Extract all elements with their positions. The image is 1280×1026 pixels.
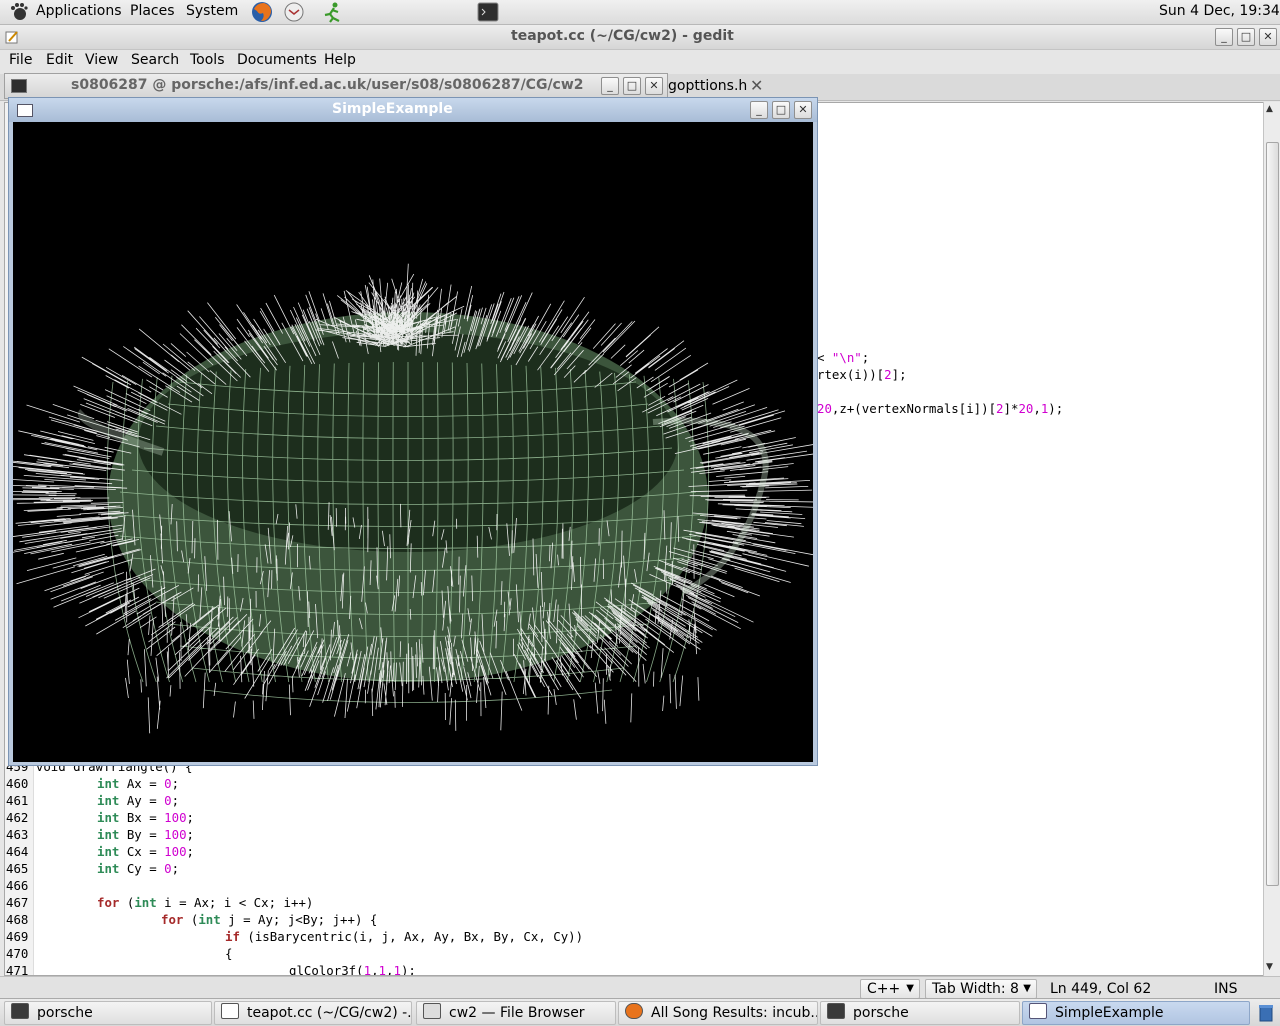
simpleexample-window[interactable]: SimpleExample _ □ ✕: [0, 97, 822, 766]
task-firefox[interactable]: All Song Results: incub...: [618, 1001, 818, 1025]
line-number: 463: [6, 827, 29, 842]
maximize-button[interactable]: □: [772, 101, 790, 119]
tab-width-selector[interactable]: Tab Width: 8 ▼: [925, 979, 1037, 999]
minimize-button[interactable]: _: [601, 77, 619, 95]
scroll-down-icon[interactable]: ▼: [1266, 962, 1273, 972]
maximize-button[interactable]: □: [623, 77, 641, 95]
menu-help[interactable]: Help: [324, 52, 356, 68]
line-number: 467: [6, 895, 29, 910]
task-gedit[interactable]: teapot.cc (~/CG/cw2) -...: [214, 1001, 412, 1025]
code-line: glColor3f(1,1,1);: [289, 963, 416, 976]
terminal-icon: [11, 1003, 29, 1019]
folder-icon: [423, 1003, 441, 1019]
line-number: 468: [6, 912, 29, 927]
language-selector[interactable]: C++ ▼: [860, 979, 920, 999]
code-line: int Cy = 0;: [97, 861, 180, 876]
close-button[interactable]: ✕: [794, 101, 812, 119]
code-line: int Ax = 0;: [97, 776, 180, 791]
line-number: 462: [6, 810, 29, 825]
terminal-title: s0806287 @ porsche:/afs/inf.ed.ac.uk/use…: [71, 77, 584, 93]
code-line: int Ay = 0;: [97, 793, 180, 808]
menu-documents[interactable]: Documents: [237, 52, 317, 68]
line-number: 461: [6, 793, 29, 808]
task-porsche-1[interactable]: porsche: [4, 1001, 212, 1025]
gedit-icon: [221, 1003, 239, 1019]
minimize-button[interactable]: _: [750, 101, 768, 119]
menu-file[interactable]: File: [9, 52, 32, 68]
minimize-button[interactable]: _: [1215, 28, 1233, 46]
mail-icon[interactable]: [282, 1, 306, 23]
firefox-icon[interactable]: [250, 1, 274, 23]
terminal-icon: [11, 79, 27, 93]
chevron-down-icon: ▼: [1023, 983, 1031, 994]
task-simpleexample[interactable]: SimpleExample: [1022, 1001, 1250, 1025]
line-number: 465: [6, 861, 29, 876]
line-number: 469: [6, 929, 29, 944]
code-line: for (int i = Ax; i < Cx; i++): [97, 895, 314, 910]
line-number: 464: [6, 844, 29, 859]
cursor-position: Ln 449, Col 62: [1050, 981, 1152, 997]
opengl-viewport[interactable]: [0, 122, 822, 762]
code-line: if (isBarycentric(i, j, Ax, Ay, Bx, By, …: [225, 929, 584, 944]
run-icon[interactable]: [320, 1, 344, 23]
terminal-icon: [827, 1003, 845, 1019]
applications-menu[interactable]: Applications: [36, 3, 122, 19]
code-fragment-2: rtex(i))[2];: [817, 367, 907, 382]
taskbar: porsche teapot.cc (~/CG/cw2) -... cw2 — …: [0, 998, 1280, 1025]
line-number: 471: [6, 963, 29, 976]
scrollbar-thumb[interactable]: [1266, 142, 1279, 886]
code-line: {: [225, 946, 233, 961]
statusbar: C++ ▼ Tab Width: 8 ▼ Ln 449, Col 62 INS: [0, 976, 1280, 999]
window-icon: [1029, 1003, 1047, 1019]
tab-options-label[interactable]: gopttions.h: [668, 78, 747, 94]
chevron-down-icon: ▼: [906, 983, 914, 994]
gedit-titlebar[interactable]: teapot.cc (~/CG/cw2) - gedit _ □ ✕: [0, 25, 1280, 50]
code-line: int Bx = 100;: [97, 810, 195, 825]
code-fragment-3: 20,z+(vertexNormals[i])[2]*20,1);: [817, 401, 1064, 416]
tab-close-icon[interactable]: ✕: [750, 76, 763, 95]
scroll-up-icon[interactable]: ▲: [1266, 104, 1273, 114]
window-title: teapot.cc (~/CG/cw2) - gedit: [511, 28, 734, 44]
trash-icon[interactable]: [1256, 1002, 1276, 1022]
task-porsche-2[interactable]: porsche: [820, 1001, 1020, 1025]
code-line: int By = 100;: [97, 827, 195, 842]
gedit-icon: [5, 30, 19, 44]
line-number: 470: [6, 946, 29, 961]
firefox-icon: [625, 1003, 643, 1019]
task-file-browser[interactable]: cw2 — File Browser: [416, 1001, 616, 1025]
clock[interactable]: Sun 4 Dec, 19:34: [1159, 3, 1280, 19]
top-panel: Applications Places System Sun 4 Dec, 19…: [0, 0, 1280, 25]
menu-search[interactable]: Search: [131, 52, 179, 68]
menu-view[interactable]: View: [85, 52, 118, 68]
terminal-window[interactable]: s0806287 @ porsche:/afs/inf.ed.ac.uk/use…: [4, 73, 668, 99]
simpleexample-titlebar[interactable]: SimpleExample _ □ ✕: [9, 98, 817, 122]
window-icon: [17, 104, 33, 117]
close-button[interactable]: ✕: [1259, 28, 1277, 46]
maximize-button[interactable]: □: [1237, 28, 1255, 46]
menu-edit[interactable]: Edit: [46, 52, 73, 68]
teapot-render: [0, 263, 822, 734]
system-menu[interactable]: System: [186, 3, 238, 19]
line-number: 466: [6, 878, 29, 893]
insert-mode: INS: [1214, 981, 1238, 997]
code-line: for (int j = Ay; j<By; j++) {: [161, 912, 378, 927]
code-fragment-1: < "\n";: [817, 350, 870, 365]
line-number: 460: [6, 776, 29, 791]
terminal-icon[interactable]: [476, 1, 500, 23]
gnome-foot-icon[interactable]: [6, 1, 30, 23]
close-button[interactable]: ✕: [645, 77, 663, 95]
simpleexample-title: SimpleExample: [332, 101, 453, 117]
code-line: int Cx = 100;: [97, 844, 195, 859]
places-menu[interactable]: Places: [130, 3, 175, 19]
menu-tools[interactable]: Tools: [190, 52, 225, 68]
